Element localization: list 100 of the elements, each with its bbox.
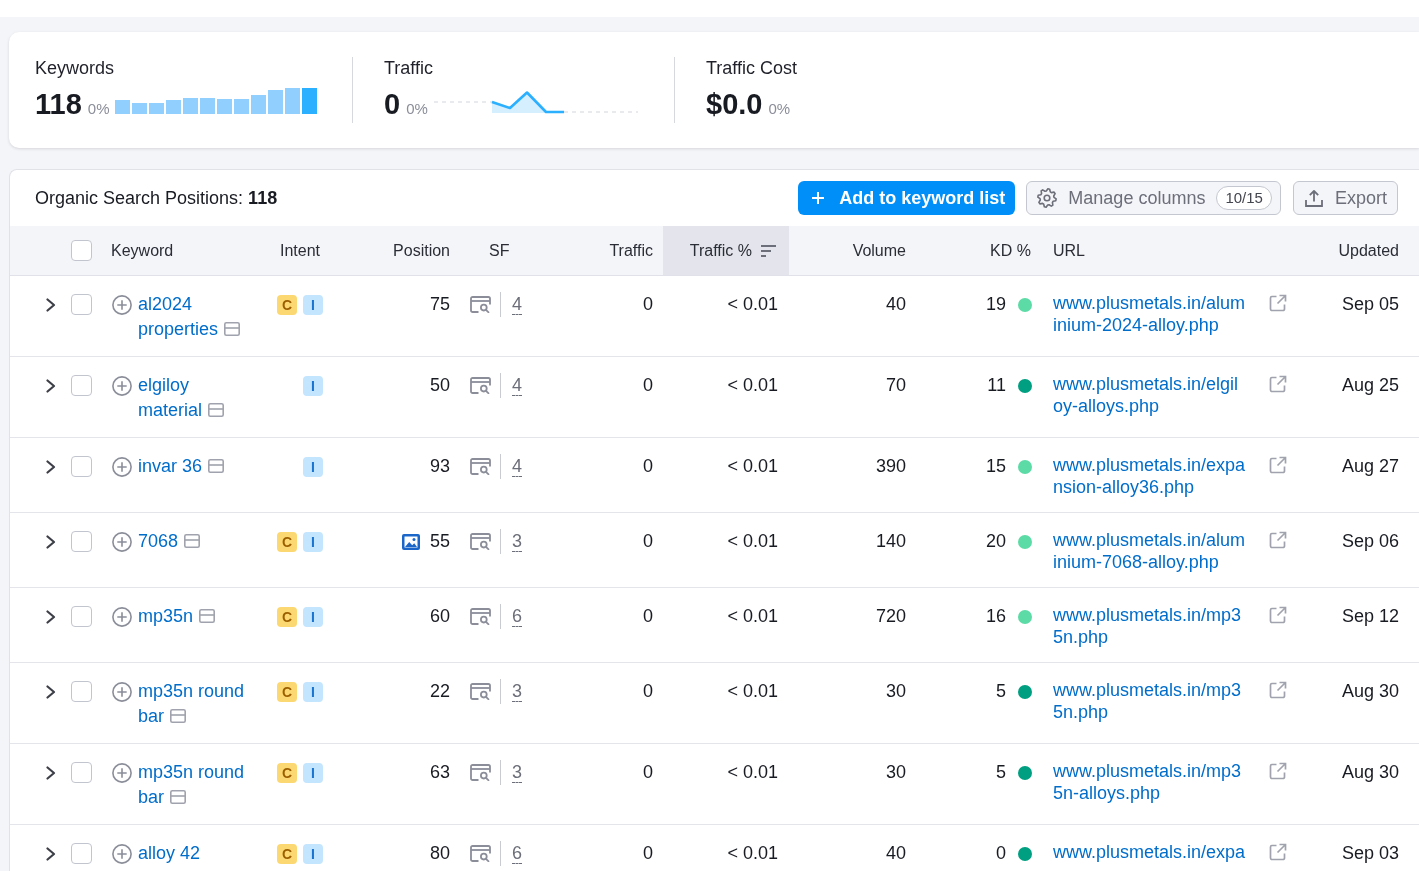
url-link[interactable]: www.plusmetals.in/mp35n-alloys.php	[1053, 760, 1248, 804]
traffic-share-value: < 0.01	[727, 680, 778, 703]
chevron-right-icon[interactable]	[46, 378, 56, 393]
chevron-right-icon[interactable]	[46, 765, 56, 780]
select-all-checkbox[interactable]	[71, 240, 92, 261]
plus-icon	[812, 192, 825, 204]
window-icon[interactable]	[170, 709, 186, 723]
plus-circle-icon[interactable]	[112, 606, 132, 627]
url-link[interactable]: www.plusmetals.in/expa	[1053, 841, 1248, 863]
window-icon[interactable]	[184, 534, 201, 548]
row-checkbox[interactable]	[71, 375, 92, 396]
external-link-icon[interactable]	[1269, 606, 1287, 624]
serp-features-count[interactable]: 4	[512, 292, 522, 317]
keyword-link[interactable]: mp35n	[138, 604, 216, 629]
url-link[interactable]: www.plusmetals.in/aluminium-2024-alloy.php	[1053, 292, 1248, 336]
window-icon[interactable]	[208, 459, 225, 473]
upload-icon	[1304, 189, 1323, 207]
column-header[interactable]: KD %	[990, 241, 1031, 260]
sort-icon[interactable]	[761, 244, 776, 257]
external-link-icon[interactable]	[1269, 456, 1287, 474]
add-to-list-button[interactable]: Add to keyword list	[798, 181, 1016, 215]
window-icon[interactable]	[199, 609, 216, 623]
keyword-link[interactable]: 7068	[138, 529, 201, 554]
keyword-link[interactable]: alloy 42	[138, 841, 201, 866]
metric-label: Traffic	[384, 57, 433, 79]
column-header[interactable]: URL	[1053, 241, 1085, 260]
volume-value: 390	[875, 455, 906, 478]
position-value: 75	[429, 293, 450, 316]
manage-columns-button[interactable]: Manage columns 10/15	[1026, 181, 1281, 215]
export-button[interactable]: Export	[1292, 181, 1398, 215]
intent-badge: C	[277, 531, 297, 552]
serp-features-count[interactable]: 3	[512, 679, 522, 704]
serp-features-count[interactable]: 3	[512, 760, 522, 785]
row-checkbox[interactable]	[71, 531, 92, 552]
serp-features-count[interactable]: 6	[512, 841, 522, 866]
column-header[interactable]: Keyword	[111, 241, 174, 260]
window-icon[interactable]	[170, 790, 186, 804]
intent-badge: I	[303, 606, 323, 627]
traffic-value: 0	[643, 455, 653, 478]
window-icon[interactable]	[208, 403, 225, 417]
chevron-right-icon[interactable]	[46, 684, 56, 699]
external-link-icon[interactable]	[1269, 294, 1287, 312]
external-link-icon[interactable]	[1269, 843, 1287, 861]
traffic-share-value: < 0.01	[727, 374, 778, 397]
url-link[interactable]: www.plusmetals.in/mp35n.php	[1053, 604, 1248, 648]
plus-circle-icon[interactable]	[112, 681, 132, 702]
column-header[interactable]: SF	[489, 241, 510, 260]
keyword-link[interactable]: mp35n round bar	[138, 760, 252, 810]
row-checkbox[interactable]	[71, 762, 92, 783]
intent-badge: I	[303, 456, 323, 477]
chevron-right-icon[interactable]	[46, 534, 56, 549]
chevron-right-icon[interactable]	[46, 459, 56, 474]
plus-circle-icon[interactable]	[112, 375, 132, 396]
url-link[interactable]: www.plusmetals.in/aluminium-7068-alloy.php	[1053, 529, 1248, 573]
chevron-right-icon[interactable]	[46, 846, 56, 861]
serp-features-count[interactable]: 4	[512, 454, 522, 479]
external-link-icon[interactable]	[1269, 681, 1287, 699]
column-header[interactable]: Intent	[280, 241, 321, 260]
position-value: 63	[429, 761, 450, 784]
window-icon[interactable]	[224, 322, 241, 336]
column-header[interactable]: Position	[393, 241, 450, 260]
serp-features-count[interactable]: 4	[512, 373, 522, 398]
keyword-link[interactable]: mp35n round bar	[138, 679, 252, 729]
difficulty-value: 15	[985, 455, 1006, 478]
external-link-icon[interactable]	[1269, 762, 1287, 780]
chevron-right-icon[interactable]	[46, 297, 56, 312]
row-checkbox[interactable]	[71, 456, 92, 477]
image-icon	[401, 533, 420, 550]
row-checkbox[interactable]	[71, 606, 92, 627]
url-link[interactable]: www.plusmetals.in/elgiloy-alloys.php	[1053, 373, 1248, 417]
updated-date: Aug 30	[1341, 680, 1399, 703]
plus-circle-icon[interactable]	[112, 456, 132, 477]
column-header[interactable]: Traffic	[609, 241, 653, 260]
intent-badge: C	[277, 762, 297, 783]
page-search-icon	[470, 608, 491, 625]
column-header[interactable]: Traffic %	[689, 241, 752, 260]
column-header[interactable]: Volume	[852, 241, 906, 260]
external-link-icon[interactable]	[1269, 531, 1287, 549]
keyword-link[interactable]: elgiloy material	[138, 373, 252, 423]
row-checkbox[interactable]	[71, 681, 92, 702]
traffic-value: 0	[643, 374, 653, 397]
serp-features-count[interactable]: 6	[512, 604, 522, 629]
column-header[interactable]: Updated	[1338, 241, 1399, 260]
chevron-right-icon[interactable]	[46, 609, 56, 624]
metric-label: Keywords	[35, 57, 115, 79]
position-value: 60	[429, 605, 450, 628]
metric-change: 0%	[406, 100, 428, 118]
plus-circle-icon[interactable]	[112, 294, 132, 315]
keyword-link[interactable]: invar 36	[138, 454, 225, 479]
row-checkbox[interactable]	[71, 843, 92, 864]
url-link[interactable]: www.plusmetals.in/mp35n.php	[1053, 679, 1248, 723]
keyword-link[interactable]: al2024 properties	[138, 292, 252, 342]
external-link-icon[interactable]	[1269, 375, 1287, 393]
plus-circle-icon[interactable]	[112, 531, 132, 552]
row-checkbox[interactable]	[71, 294, 92, 315]
serp-features-count[interactable]: 3	[512, 529, 522, 554]
plus-circle-icon[interactable]	[112, 762, 132, 783]
plus-circle-icon[interactable]	[112, 843, 132, 864]
page-search-icon	[470, 683, 491, 700]
url-link[interactable]: www.plusmetals.in/expansion-alloy36.php	[1053, 454, 1248, 498]
